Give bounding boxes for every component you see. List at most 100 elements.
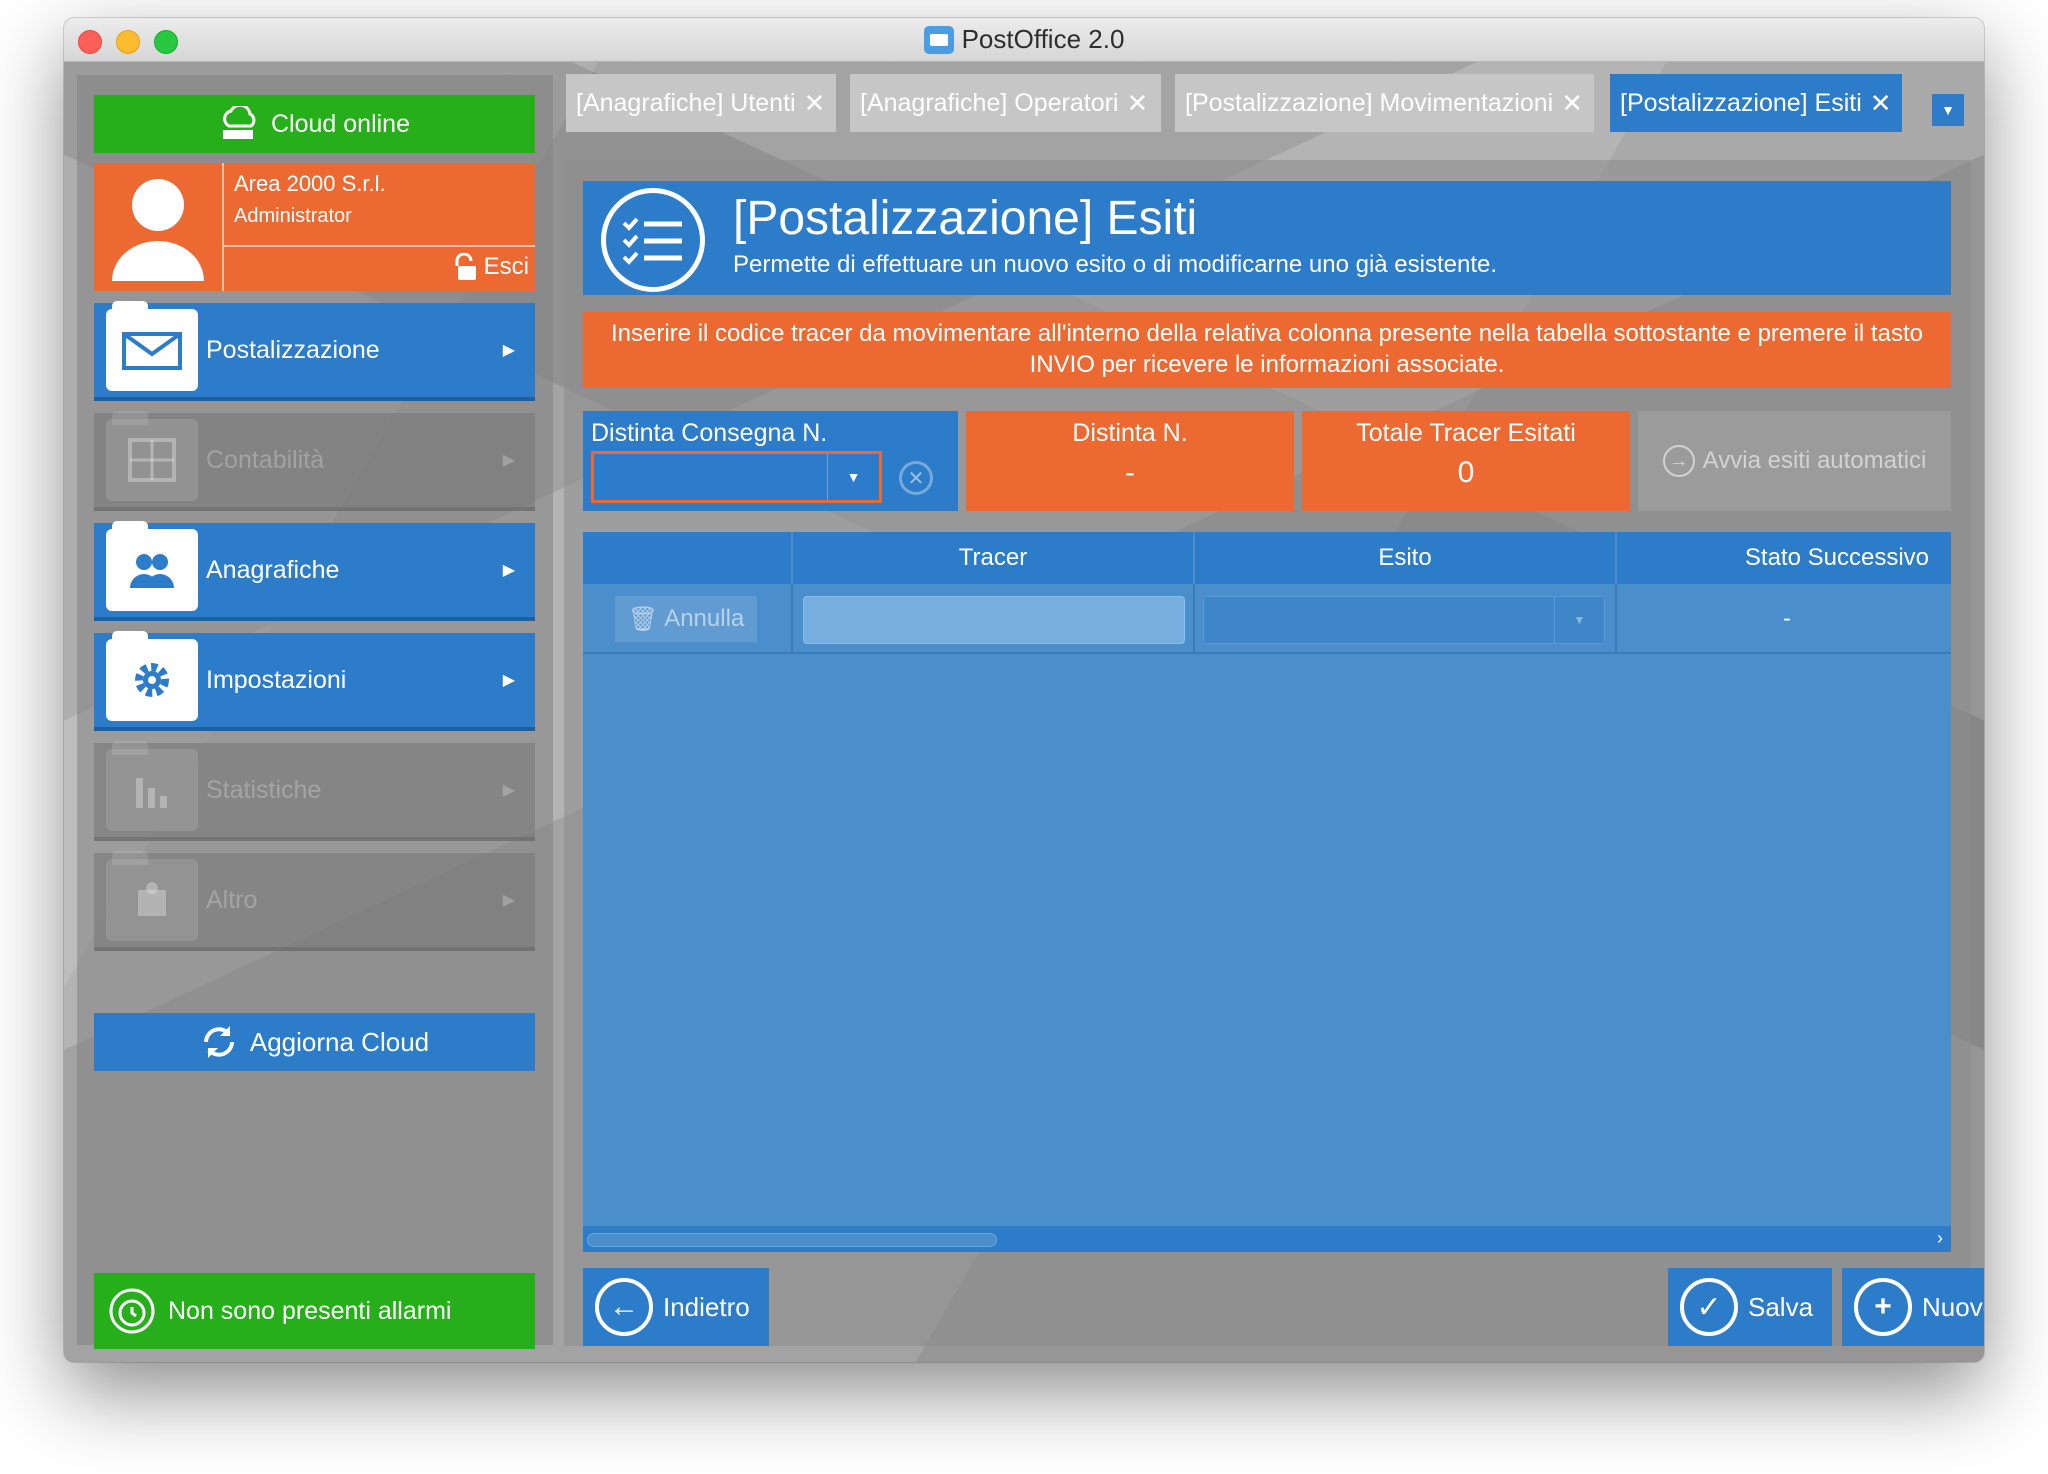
close-icon[interactable]: ✕ xyxy=(804,88,826,119)
chevron-right-icon[interactable]: › xyxy=(1937,1228,1943,1249)
chevron-right-icon: ▶ xyxy=(502,892,515,909)
chevron-down-icon[interactable]: ▼ xyxy=(827,454,879,500)
chevron-down-icon[interactable]: ▼ xyxy=(1554,597,1604,643)
sidebar-item-statistiche[interactable]: Statistiche ▶ xyxy=(94,741,535,841)
puzzle-folder-icon xyxy=(106,851,198,941)
sidebar-item-label: Postalizzazione xyxy=(206,335,380,364)
cloud-status-label: Cloud online xyxy=(271,109,410,138)
calculator-folder-icon xyxy=(106,411,198,501)
minimize-window-button[interactable] xyxy=(116,30,140,54)
auto-esiti-label: Avvia esiti automatici xyxy=(1702,447,1927,474)
column-header-label: Esito xyxy=(1378,544,1432,571)
instruction-banner: Inserire il codice tracer da movimentare… xyxy=(583,312,1951,388)
refresh-icon xyxy=(203,1026,234,1058)
auto-esiti-button[interactable]: → Avvia esiti automatici xyxy=(1638,411,1951,511)
page-subtitle: Permette di effettuare un nuovo esito o … xyxy=(733,251,1498,278)
logout-label: Esci xyxy=(483,253,529,280)
save-button[interactable]: ✓ Salva xyxy=(1668,1268,1832,1346)
main-panel: [Postalizzazione] Esiti Permette di effe… xyxy=(564,160,1984,1346)
user-company: Area 2000 S.r.l. xyxy=(234,171,386,196)
cloud-icon xyxy=(223,106,256,139)
unlock-icon xyxy=(455,253,476,280)
avatar-icon xyxy=(112,179,204,281)
refresh-cloud-button[interactable]: Aggiorna Cloud xyxy=(94,1013,535,1071)
horizontal-scrollbar[interactable]: › xyxy=(583,1226,1951,1252)
chevron-down-icon: ▼ xyxy=(1941,102,1955,118)
maximize-window-button[interactable] xyxy=(154,30,178,54)
window-title-wrap: PostOffice 2.0 xyxy=(923,24,1125,55)
column-header-stato[interactable]: Stato Successivo xyxy=(1617,532,1951,584)
user-role: Administrator xyxy=(234,205,352,227)
window-title: PostOffice 2.0 xyxy=(961,24,1125,54)
save-label: Salva xyxy=(1748,1291,1814,1322)
user-card-divider xyxy=(224,245,535,247)
distinta-number-label: Distinta N. xyxy=(1072,419,1188,447)
chevron-right-icon: ▶ xyxy=(502,452,515,469)
close-icon[interactable]: ✕ xyxy=(1870,88,1892,119)
scrollbar-thumb[interactable] xyxy=(587,1233,997,1247)
cell-divider xyxy=(1615,584,1617,654)
alarms-status-label: Non sono presenti allarmi xyxy=(168,1296,452,1325)
tab-label: [Anagrafiche] Utenti xyxy=(576,88,796,117)
alarm-clock-icon xyxy=(109,1288,155,1334)
content-area: Cloud online Area 2000 S.r.l. Administra… xyxy=(64,62,1984,1362)
sidebar-item-label: Impostazioni xyxy=(206,665,347,694)
chevron-right-icon: ▶ xyxy=(502,562,515,579)
bar-chart-folder-icon xyxy=(106,741,198,831)
user-card-separator xyxy=(222,163,224,291)
sidebar-item-impostazioni[interactable]: Impostazioni ▶ xyxy=(94,631,535,731)
checklist-icon xyxy=(601,188,705,292)
clear-icon[interactable]: ✕ xyxy=(899,461,933,495)
refresh-cloud-label: Aggiorna Cloud xyxy=(249,1026,430,1057)
tab-postalizzazione-movimentazioni[interactable]: [Postalizzazione] Movimentazioni ✕ xyxy=(1175,74,1594,132)
sidebar-item-postalizzazione[interactable]: Postalizzazione ▶ xyxy=(94,301,535,401)
sidebar-item-anagrafiche[interactable]: Anagrafiche ▶ xyxy=(94,521,535,621)
tab-anagrafiche-operatori[interactable]: [Anagrafiche] Operatori ✕ xyxy=(850,74,1161,132)
alarms-status-button[interactable]: Non sono presenti allarmi xyxy=(94,1273,535,1349)
app-envelope-icon xyxy=(923,25,954,54)
sidebar-item-label: Altro xyxy=(206,885,258,914)
page-title: [Postalizzazione] Esiti xyxy=(733,192,1198,245)
distinta-consegna-select[interactable]: ▼ xyxy=(591,451,882,503)
chevron-right-icon: ▶ xyxy=(502,782,515,799)
table-row: 🗑 Annulla ▼ - xyxy=(583,584,1951,654)
esito-select[interactable]: ▼ xyxy=(1203,596,1605,644)
new-button[interactable]: + Nuovo xyxy=(1842,1268,1984,1346)
chevron-right-icon: ▶ xyxy=(502,342,515,359)
back-button[interactable]: ← Indietro xyxy=(583,1268,769,1346)
close-icon[interactable]: ✕ xyxy=(1561,88,1583,119)
plus-icon: + xyxy=(1854,1278,1912,1336)
column-header-tracer[interactable]: Tracer xyxy=(793,532,1195,584)
trash-icon: 🗑 xyxy=(627,605,659,633)
column-header-esito[interactable]: Esito xyxy=(1195,532,1617,584)
app-window: PostOffice 2.0 Cloud online Area 2000 S.… xyxy=(64,18,1984,1362)
page-header: [Postalizzazione] Esiti Permette di effe… xyxy=(583,181,1951,295)
tab-list-dropdown[interactable]: ▼ xyxy=(1932,94,1964,126)
logout-button[interactable]: Esci xyxy=(452,253,529,281)
total-tracer-panel: Totale Tracer Esitati 0 xyxy=(1302,411,1630,511)
title-bar: PostOffice 2.0 xyxy=(64,18,1984,62)
arrow-left-icon: ← xyxy=(595,1278,653,1336)
column-header-label: Stato Successivo xyxy=(1744,544,1929,571)
tab-anagrafiche-utenti[interactable]: [Anagrafiche] Utenti ✕ xyxy=(566,74,836,132)
arrow-right-circle-icon: → xyxy=(1662,445,1695,477)
sidebar: Cloud online Area 2000 S.r.l. Administra… xyxy=(77,75,553,1349)
sidebar-item-label: Contabilità xyxy=(206,445,325,474)
gear-folder-icon xyxy=(106,631,198,721)
sidebar-item-contabilita[interactable]: Contabilità ▶ xyxy=(94,411,535,511)
table-header: Tracer Esito Stato Successivo xyxy=(583,532,1951,584)
close-window-button[interactable] xyxy=(78,30,102,54)
sidebar-item-altro[interactable]: Altro ▶ xyxy=(94,851,535,951)
column-header-label: Tracer xyxy=(958,544,1028,571)
column-header-actions xyxy=(583,532,793,584)
distinta-consegna-panel: Distinta Consegna N. ▼ ✕ xyxy=(583,411,958,511)
distinta-consegna-label: Distinta Consegna N. xyxy=(591,419,828,447)
new-label: Nuovo xyxy=(1922,1291,1984,1322)
tracer-input[interactable] xyxy=(803,596,1185,644)
cloud-status-button[interactable]: Cloud online xyxy=(94,95,535,153)
back-label: Indietro xyxy=(663,1291,750,1322)
tab-postalizzazione-esiti[interactable]: [Postalizzazione] Esiti ✕ xyxy=(1610,74,1902,132)
close-icon[interactable]: ✕ xyxy=(1126,88,1148,119)
checkmark-icon: ✓ xyxy=(1680,1278,1738,1336)
annulla-button[interactable]: 🗑 Annulla xyxy=(615,596,757,642)
